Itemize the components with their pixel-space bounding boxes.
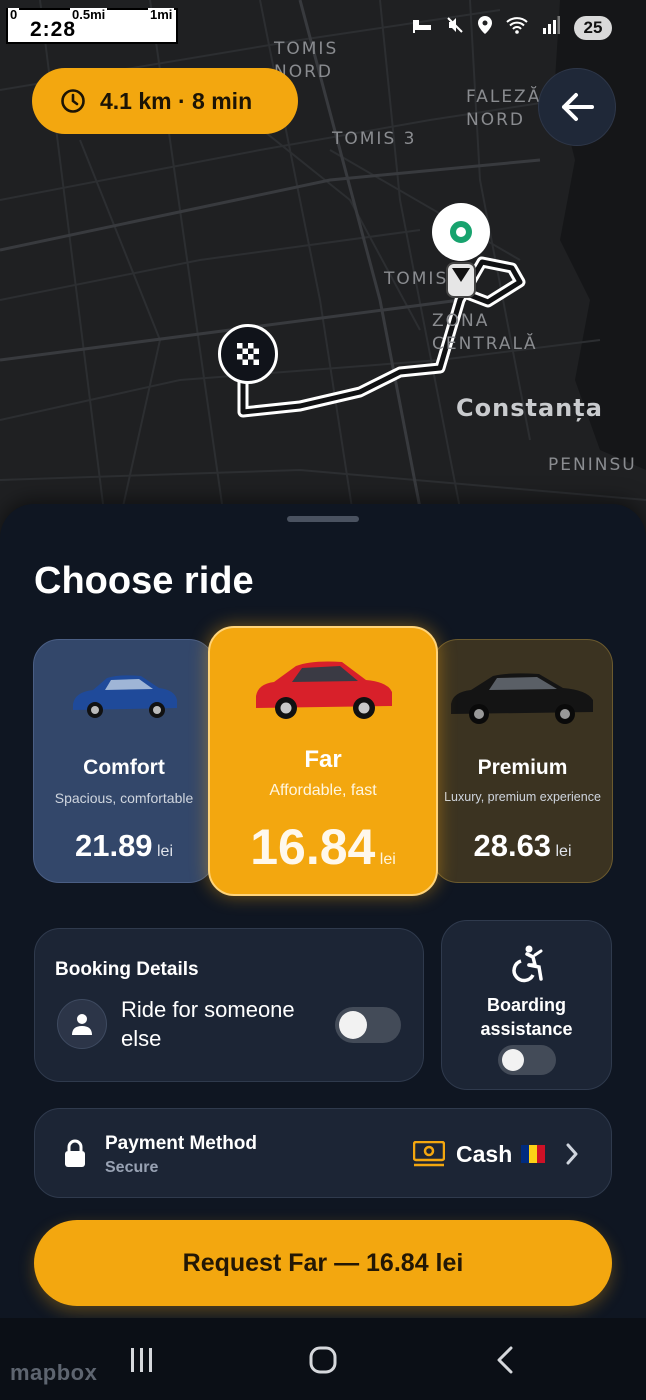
battery-indicator: 25 — [574, 16, 612, 40]
ride-for-someone-else-label: Ride for someone else — [121, 997, 295, 1051]
signal-icon — [543, 16, 560, 34]
ride-unit-far: lei — [379, 851, 396, 868]
ride-card-comfort[interactable]: Comfort Spacious, comfortable 21.89 lei — [33, 639, 215, 883]
scale-label-one: 1mi — [148, 7, 175, 22]
ride-subtitle-far: Affordable, fast — [269, 782, 377, 799]
booking-details-panel: Booking Details Ride for someone else — [34, 928, 424, 1082]
location-icon — [478, 16, 492, 34]
wifi-icon — [506, 17, 528, 34]
system-nav-bar — [0, 1318, 646, 1400]
map-label-tomis-3: TOMIS 3 — [332, 129, 417, 149]
lock-icon — [65, 1139, 85, 1167]
map-view[interactable]: TOMIS NORD FALEZĂ NORD TOMIS 3 TOMIS ZON… — [0, 0, 646, 560]
ride-price-row-comfort: 21.89 lei — [34, 828, 214, 864]
map-label-faleza-nord: FALEZĂ NORD — [466, 87, 542, 130]
car-comfort-icon — [73, 675, 177, 718]
ride-for-someone-else-toggle[interactable] — [335, 1007, 401, 1043]
back-button[interactable] — [538, 68, 616, 146]
ride-subtitle-premium: Luxury, premium experience — [444, 790, 601, 804]
ride-price-premium: 28.63 — [473, 828, 552, 863]
ride-selection-sheet: Choose ride Comfort Spacious, comfortabl… — [0, 504, 646, 1400]
eta-text: 4.1 km · 8 min — [100, 87, 253, 114]
wheelchair-icon — [512, 945, 543, 983]
chevron-right-icon — [566, 1143, 578, 1165]
bed-icon — [413, 20, 431, 33]
map-label-city: Constanța — [456, 394, 603, 422]
ride-price-comfort: 21.89 — [74, 828, 153, 863]
boarding-assistance-panel: Boarding assistance — [441, 920, 612, 1090]
ride-unit-premium: lei — [555, 843, 572, 860]
toggle-knob — [502, 1049, 524, 1071]
payment-title: Payment Method — [105, 1133, 258, 1154]
eta-pill: 4.1 km · 8 min — [32, 68, 298, 134]
mapbox-attribution[interactable]: mapbox — [10, 1360, 97, 1386]
romania-flag-icon — [521, 1145, 545, 1163]
status-bar: 0 0.5mi 1mi 2:28 25 — [0, 0, 646, 56]
ride-subtitle-comfort: Spacious, comfortable — [54, 790, 194, 806]
ride-price-row-premium: 28.63 lei — [433, 828, 612, 864]
payment-method-value: Cash — [456, 1141, 513, 1167]
pickup-dot-icon — [450, 221, 472, 243]
map-label-tomis: TOMIS — [384, 269, 449, 289]
ride-name-premium: Premium — [477, 756, 568, 779]
car-premium-icon — [451, 673, 593, 724]
booking-title: Booking Details — [55, 959, 199, 980]
status-time: 2:28 — [30, 18, 77, 41]
request-ride-button[interactable]: Request Far — 16.84 lei — [34, 1220, 612, 1306]
pickup-pin[interactable] — [432, 203, 490, 261]
map-label-peninsula: PENINSU — [548, 455, 637, 475]
ride-card-premium[interactable]: Premium Luxury, premium experience 28.63… — [432, 639, 613, 883]
ride-name-far: Far — [304, 746, 342, 773]
sheet-title: Choose ride — [34, 560, 254, 602]
home-icon[interactable] — [308, 1345, 338, 1375]
ride-price-row-far: 16.84 lei — [210, 818, 436, 876]
toggle-knob — [339, 1011, 367, 1039]
status-icons — [412, 16, 560, 34]
car-far-icon — [256, 661, 392, 719]
payment-method-row[interactable]: Payment Method Secure Cash — [34, 1108, 612, 1198]
map-label-zona-centrala: ZONA CENTRALĂ — [432, 311, 538, 354]
clock-icon — [61, 89, 85, 113]
ride-card-far[interactable]: Far Affordable, fast 16.84 lei — [208, 626, 438, 896]
pin-pointer-icon — [452, 268, 470, 282]
sheet-drag-handle[interactable] — [287, 516, 359, 522]
destination-pin[interactable] — [218, 324, 278, 384]
scale-label-0: 0 — [8, 7, 20, 22]
ride-price-far: 16.84 — [250, 819, 376, 875]
arrow-left-icon — [562, 93, 594, 121]
boarding-assistance-label: Boarding assistance — [480, 995, 573, 1039]
checkered-flag-icon — [237, 343, 259, 365]
person-avatar-icon — [57, 999, 107, 1049]
back-nav-icon[interactable] — [494, 1345, 516, 1375]
cash-icon — [413, 1141, 445, 1167]
mute-icon — [447, 17, 463, 33]
boarding-assistance-toggle[interactable] — [498, 1045, 556, 1075]
ride-unit-comfort: lei — [157, 843, 174, 860]
recent-apps-icon[interactable] — [128, 1346, 156, 1374]
payment-subtitle: Secure — [105, 1159, 159, 1176]
ride-name-comfort: Comfort — [83, 756, 165, 779]
